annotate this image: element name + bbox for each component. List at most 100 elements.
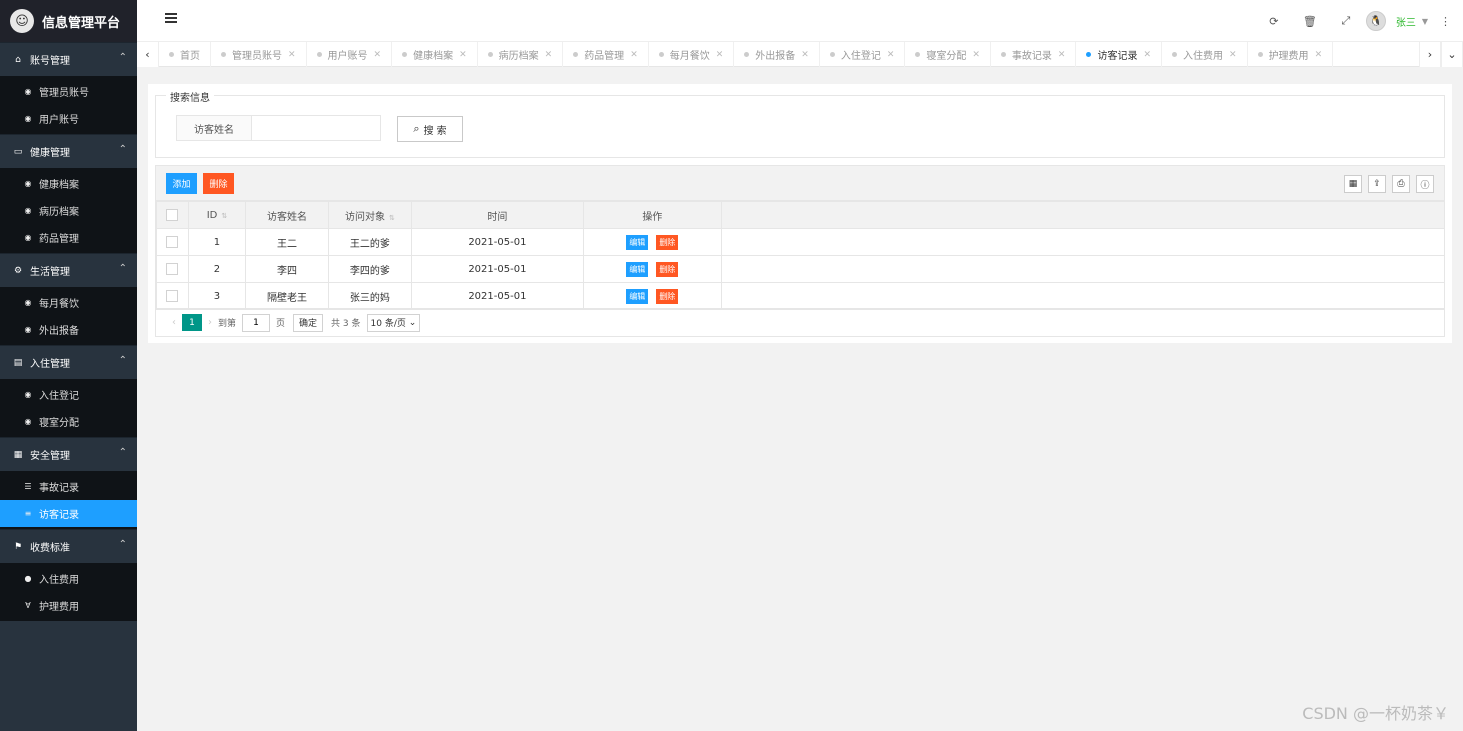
tab[interactable]: 事故记录 ✕ (991, 42, 1077, 67)
close-icon[interactable]: ✕ (972, 50, 980, 60)
print-icon[interactable]: ⎙ (1392, 175, 1410, 193)
sidebar-item[interactable]: ◉ 健康档案 (0, 170, 137, 197)
export-icon[interactable]: ⇪ (1368, 175, 1386, 193)
close-icon[interactable]: ✕ (1143, 50, 1151, 60)
header-actions: ⟳ 🗑 ⤢ 🐧 张三 ▼ ⋮ (1256, 0, 1451, 42)
sidebar-item[interactable]: ∀ 护理费用 (0, 592, 137, 619)
row-delete-button[interactable]: 删除 (656, 234, 679, 250)
tab[interactable]: 用户账号 ✕ (307, 42, 393, 67)
add-button[interactable]: 添加 (166, 173, 197, 194)
sort-icon[interactable]: ⇅ (389, 214, 395, 222)
tab[interactable]: 入住登记 ✕ (820, 42, 906, 67)
tab[interactable]: 寝室分配 ✕ (905, 42, 991, 67)
current-page[interactable]: 1 (182, 314, 202, 331)
close-icon[interactable]: ✕ (374, 50, 382, 60)
delete-button[interactable]: 删除 (203, 173, 234, 194)
cell-target: 张三的妈 (327, 282, 412, 310)
prev-page-icon[interactable]: ‹ (172, 317, 176, 328)
sidebar-group[interactable]: ▦ 安全管理 ⌃ (0, 437, 137, 471)
user-name[interactable]: 张三 (1396, 14, 1416, 29)
select-all-checkbox[interactable] (166, 209, 179, 221)
sidebar-group[interactable]: ▤ 入住管理 ⌃ (0, 345, 137, 379)
sidebar-group[interactable]: ⚙ 生活管理 ⌃ (0, 253, 137, 287)
edit-button[interactable]: 编辑 (626, 288, 649, 304)
sidebar-nav: ⌂ 账号管理 ⌃ ◉ 管理员账号 ◉ 用户账号 ▭ 健康管理 ⌃ ◉ 健康档案 ◉ 病历档案 ◉ 药品管理 ⚙ 生… (0, 42, 137, 621)
next-page-icon[interactable]: › (208, 317, 212, 328)
sidebar-item[interactable]: ◉ 管理员账号 (0, 78, 137, 105)
tab[interactable]: 管理员账号 ✕ (211, 42, 307, 67)
sidebar-item[interactable]: ◉ 外出报备 (0, 316, 137, 343)
more-icon[interactable]: ⋮ (1440, 15, 1451, 28)
tab-next-icon[interactable]: › (1419, 42, 1441, 67)
close-icon[interactable]: ✕ (1315, 50, 1323, 60)
edit-button[interactable]: 编辑 (626, 234, 649, 250)
fullscreen-icon[interactable]: ⤢ (1328, 14, 1364, 28)
row-delete-button[interactable]: 删除 (656, 288, 679, 304)
tab[interactable]: 每月餐饮 ✕ (649, 42, 735, 67)
refresh-icon[interactable]: ⟳ (1256, 15, 1292, 28)
tab[interactable]: 药品管理 ✕ (563, 42, 649, 67)
tab[interactable]: 病历档案 ✕ (478, 42, 564, 67)
total-count: 共 3 条 (331, 319, 361, 329)
row-select-cell (156, 255, 189, 283)
menu-toggle-icon[interactable] (165, 13, 177, 25)
columns-icon[interactable]: ▦ (1344, 175, 1362, 193)
info-icon[interactable]: ⓘ (1416, 175, 1434, 193)
page-size-select[interactable]: 10 条/页 ⌄ (366, 313, 421, 332)
sidebar-item-label: 护理费用 (39, 602, 79, 613)
tab-menu-icon[interactable]: ⌄ (1441, 42, 1463, 67)
sidebar-group[interactable]: ⚑ 收费标准 ⌃ (0, 529, 137, 563)
caret-down-icon[interactable]: ▼ (1422, 17, 1428, 26)
tab[interactable]: 护理费用 ✕ (1248, 42, 1334, 67)
sidebar-item[interactable]: ◉ 药品管理 (0, 224, 137, 251)
close-icon[interactable]: ✕ (459, 50, 467, 60)
sort-icon[interactable]: ⇅ (221, 212, 227, 220)
goto-confirm-button[interactable]: 确定 (293, 313, 324, 332)
search-button[interactable]: ⌕ 搜 索 (397, 116, 463, 142)
tab-prev-icon[interactable]: ‹ (137, 42, 159, 67)
sidebar-group[interactable]: ▭ 健康管理 ⌃ (0, 134, 137, 168)
sidebar-item-label: 管理员账号 (39, 88, 89, 99)
sidebar-item[interactable]: ◉ 寝室分配 (0, 408, 137, 435)
tab-label: 事故记录 (1011, 51, 1052, 62)
tab[interactable]: 入住费用 ✕ (1162, 42, 1248, 67)
tab[interactable]: 访客记录 ✕ (1076, 42, 1163, 67)
sidebar-group[interactable]: ⌂ 账号管理 ⌃ (0, 42, 137, 76)
tab-label: 健康档案 (413, 51, 454, 62)
row-checkbox[interactable] (166, 263, 179, 275)
tab[interactable]: 首页 (159, 42, 211, 67)
tab-dot (915, 52, 921, 57)
col-name: 访客姓名 (244, 201, 329, 229)
edit-button[interactable]: 编辑 (626, 261, 649, 277)
close-icon[interactable]: ✕ (630, 50, 638, 60)
col-target[interactable]: 访问对象 ⇅ (327, 201, 412, 229)
sidebar-item-label: 病历档案 (39, 207, 79, 218)
avatar[interactable]: 🐧 (1365, 11, 1386, 31)
close-icon[interactable]: ✕ (801, 50, 809, 60)
trash-icon[interactable]: 🗑 (1292, 15, 1328, 28)
sidebar-item[interactable]: ◉ 病历档案 (0, 197, 137, 224)
sidebar-item[interactable]: ☰ 事故记录 (0, 473, 137, 500)
tab[interactable]: 健康档案 ✕ (392, 42, 478, 67)
close-icon[interactable]: ✕ (545, 50, 553, 60)
sidebar-item-label: 药品管理 (39, 234, 79, 245)
sidebar-submenu: ☰ 事故记录 ≡ 访客记录 (0, 471, 137, 529)
close-icon[interactable]: ✕ (716, 50, 724, 60)
goto-page-input[interactable] (242, 313, 271, 332)
sidebar-item[interactable]: ● 入住费用 (0, 565, 137, 592)
sidebar-item[interactable]: ◉ 每月餐饮 (0, 289, 137, 316)
close-icon[interactable]: ✕ (1058, 50, 1066, 60)
col-id[interactable]: ID ⇅ (187, 201, 246, 229)
dashboard-icon: ◉ (24, 87, 32, 96)
sidebar-item[interactable]: ◉ 用户账号 (0, 105, 137, 132)
sidebar-item[interactable]: ≡ 访客记录 (0, 500, 137, 527)
close-icon[interactable]: ✕ (887, 50, 895, 60)
tab[interactable]: 外出报备 ✕ (734, 42, 820, 67)
row-delete-button[interactable]: 删除 (656, 261, 679, 277)
sidebar-item[interactable]: ◉ 入住登记 (0, 381, 137, 408)
row-checkbox[interactable] (166, 290, 179, 302)
row-checkbox[interactable] (166, 236, 179, 248)
close-icon[interactable]: ✕ (288, 50, 296, 60)
visitor-name-input[interactable] (251, 115, 381, 141)
close-icon[interactable]: ✕ (1229, 50, 1237, 60)
